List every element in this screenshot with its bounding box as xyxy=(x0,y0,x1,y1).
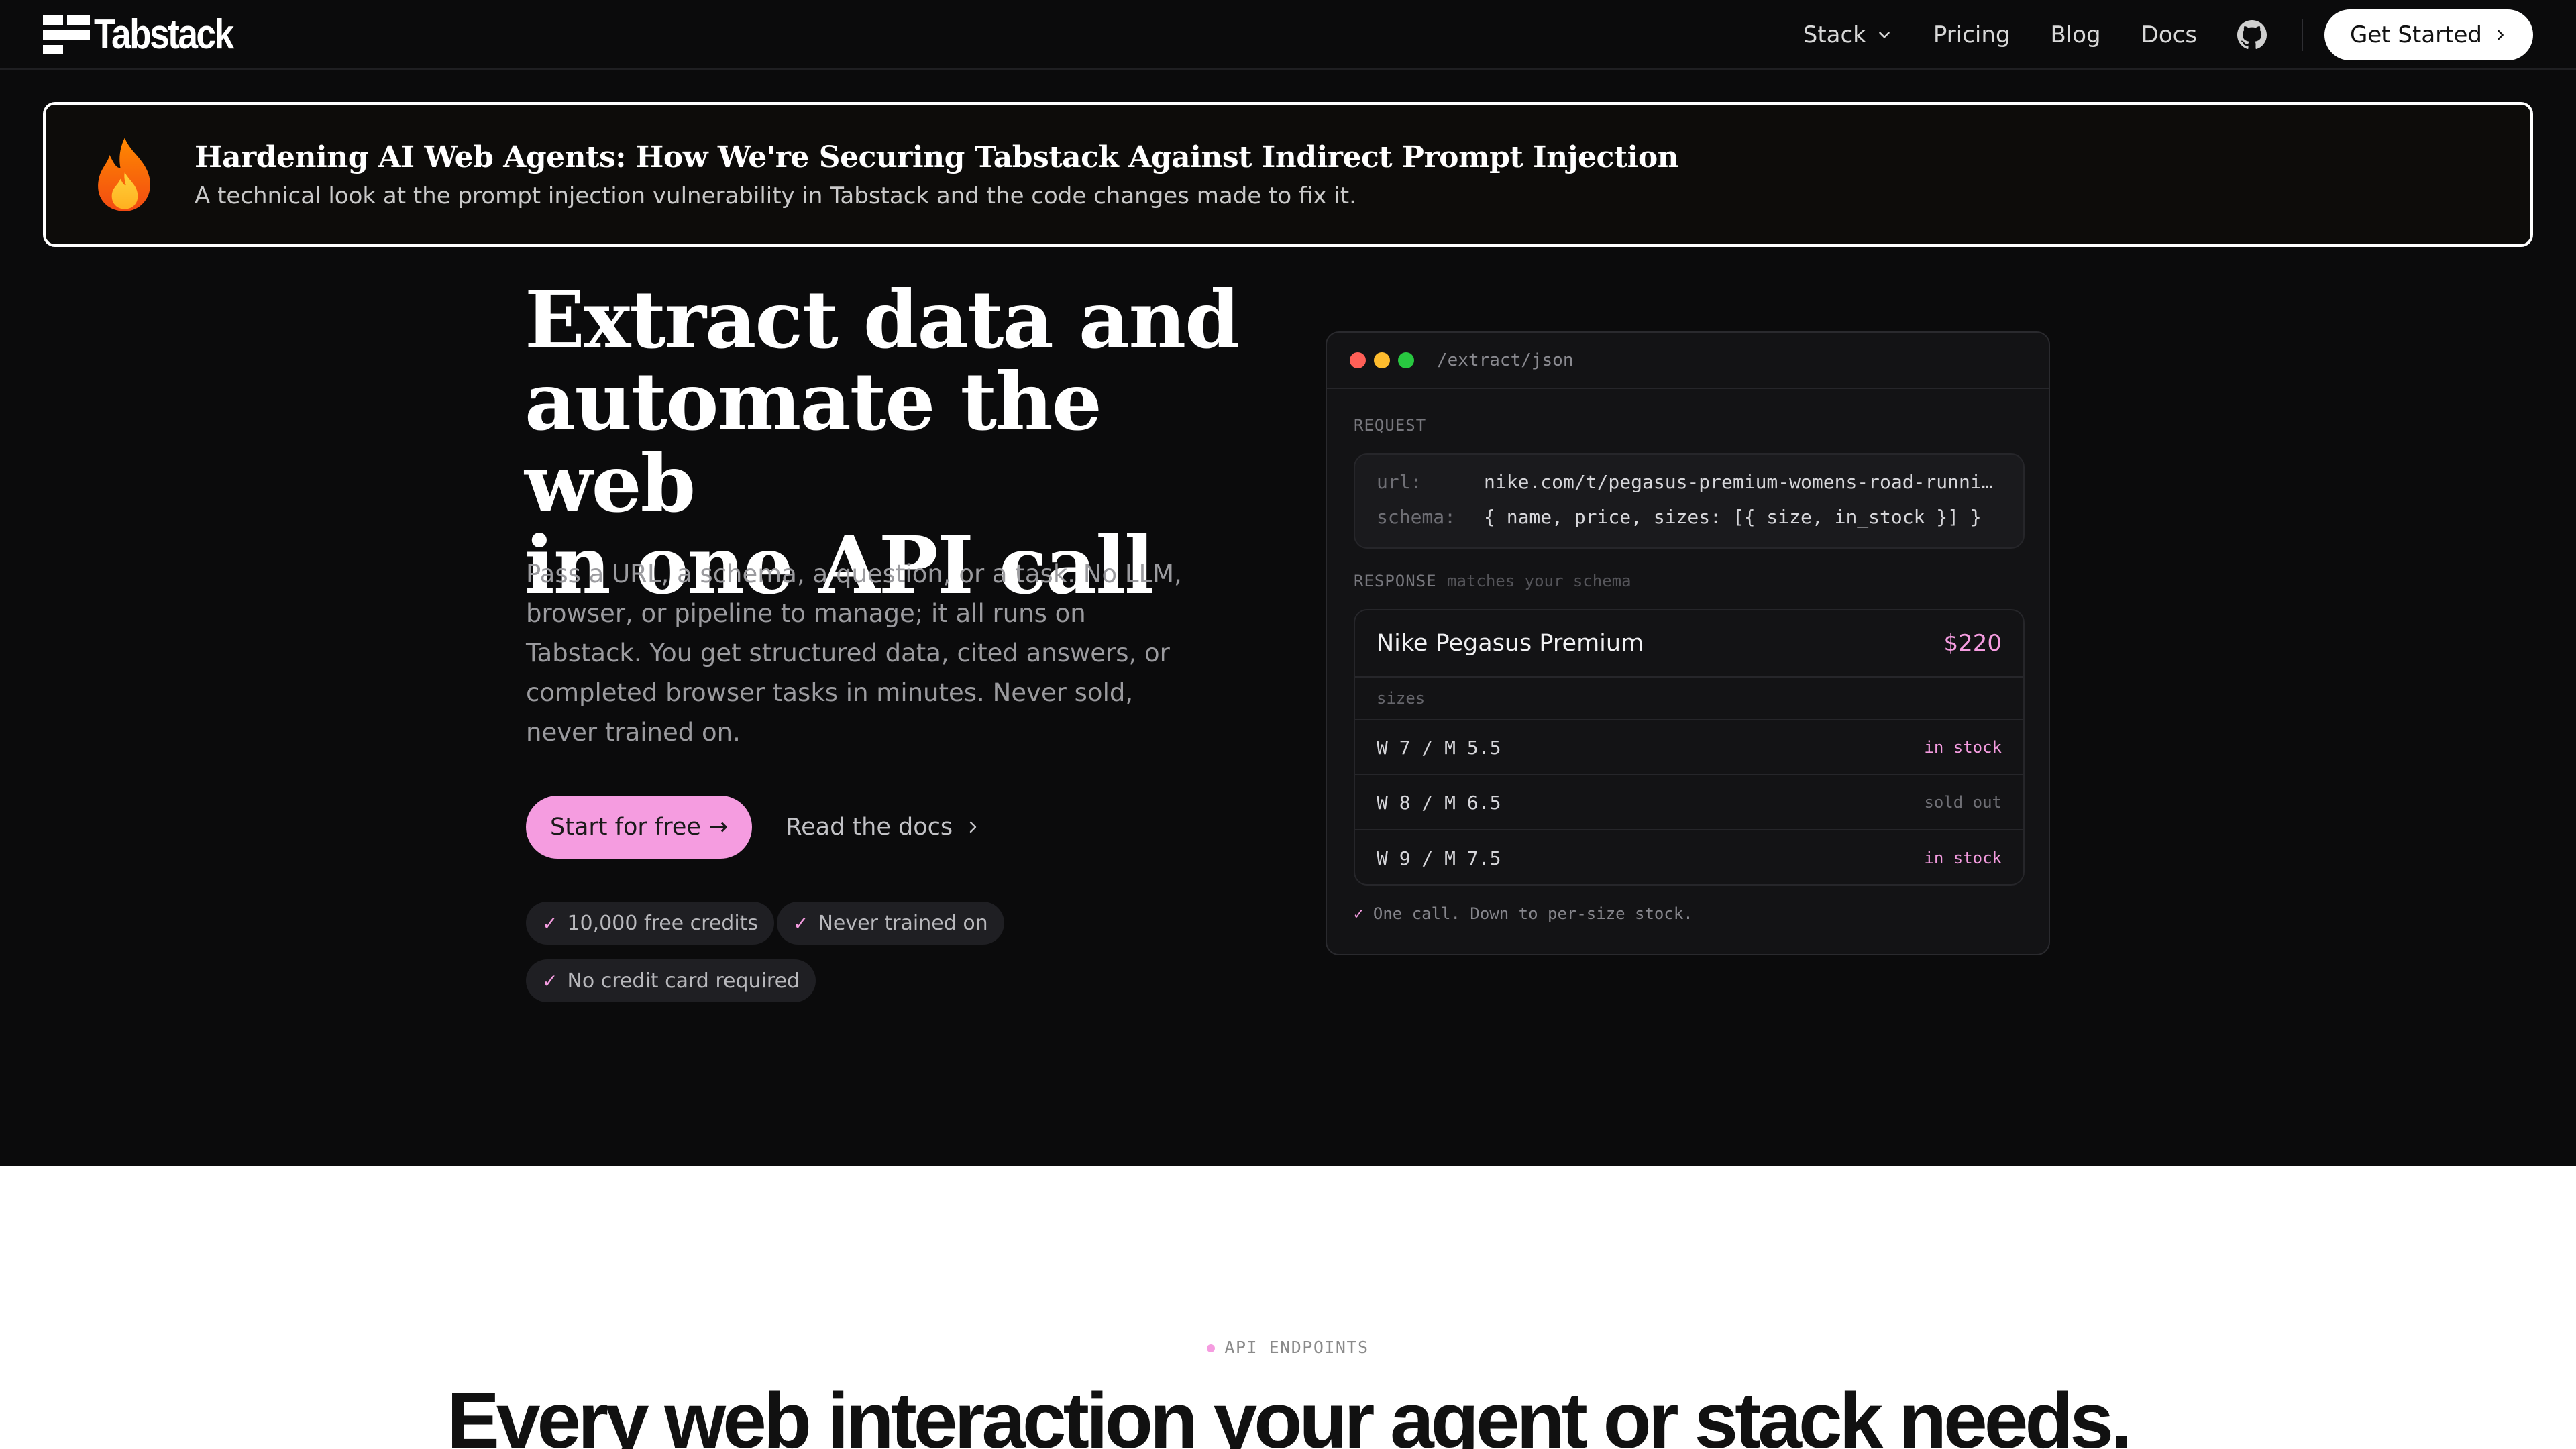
response-label-text: RESPONSE xyxy=(1354,572,1437,590)
fire-icon xyxy=(98,138,150,211)
hero-title-line-2: automate the web xyxy=(525,355,1102,530)
dot-icon xyxy=(1207,1344,1216,1352)
check-icon: ✓ xyxy=(542,969,558,992)
url-value: nike.com/t/pegasus-premium-womens-road-r… xyxy=(1484,471,1993,493)
nav-stack-label: Stack xyxy=(1803,21,1866,48)
logo[interactable]: Tabstack xyxy=(43,11,255,58)
product-price: $220 xyxy=(1943,630,2002,657)
response-label: RESPONSE matches your schema xyxy=(1354,572,1631,590)
product-name: Nike Pegasus Premium xyxy=(1377,630,1644,657)
banner-subtitle: A technical look at the prompt injection… xyxy=(195,182,1356,209)
schema-value: { name, price, sizes: [{ size, in_stock … xyxy=(1484,506,1982,528)
section-title: Every web interaction your agent or stac… xyxy=(447,1377,2133,1449)
sizes-label: sizes xyxy=(1355,678,2023,720)
request-label: REQUEST xyxy=(1354,416,1427,435)
nav-links: Stack Pricing Blog Docs Get Started xyxy=(1803,0,2533,70)
url-key: url: xyxy=(1377,471,1422,493)
chip-label: 10,000 free credits xyxy=(567,911,759,935)
hero-title-line-1: Extract data and xyxy=(525,273,1240,366)
product-header: Nike Pegasus Premium $220 xyxy=(1355,610,2023,678)
check-icon: ✓ xyxy=(793,912,809,934)
banner-text: Hardening AI Web Agents: How We're Secur… xyxy=(195,140,1679,209)
top-nav: Tabstack Stack Pricing Blog Docs Get Sta… xyxy=(0,0,2576,70)
get-started-label: Get Started xyxy=(2350,21,2482,48)
chip-label: No credit card required xyxy=(567,969,800,993)
hero-cta-row: Start for free → Read the docs xyxy=(526,796,981,859)
section-eyebrow: API ENDPOINTS xyxy=(0,1338,2576,1357)
hero-description: Pass a URL, a schema, a question, or a t… xyxy=(526,559,1182,747)
nav-docs-link[interactable]: Docs xyxy=(2141,21,2197,48)
logo-icon xyxy=(43,15,90,54)
feature-chip-credits: ✓ 10,000 free credits xyxy=(526,902,775,945)
size-name: W 8 / M 6.5 xyxy=(1377,791,1501,814)
chevron-down-icon xyxy=(1879,32,1890,38)
size-name: W 7 / M 5.5 xyxy=(1377,736,1501,759)
feature-chip-training: ✓ Never trained on xyxy=(777,902,1004,945)
section-eyebrow-text: API ENDPOINTS xyxy=(1224,1338,1369,1357)
size-row: W 9 / M 7.5 in stock xyxy=(1355,830,2023,884)
nav-stack-dropdown[interactable]: Stack xyxy=(1803,21,1893,48)
response-box: Nike Pegasus Premium $220 sizes W 7 / M … xyxy=(1354,609,2025,885)
nav-pricing-link[interactable]: Pricing xyxy=(1933,21,2010,48)
feature-chip-no-card: ✓ No credit card required xyxy=(526,959,816,1002)
read-docs-label: Read the docs xyxy=(786,814,953,841)
github-icon[interactable] xyxy=(2237,20,2267,50)
window-close-dot xyxy=(1350,352,1366,368)
request-box: url: nike.com/t/pegasus-premium-womens-r… xyxy=(1354,453,2025,549)
api-demo-card: /extract/json REQUEST url: nike.com/t/pe… xyxy=(1326,331,2050,955)
request-url-row: url: nike.com/t/pegasus-premium-womens-r… xyxy=(1377,471,1994,493)
size-name: W 9 / M 7.5 xyxy=(1377,847,1501,869)
check-icon: ✓ xyxy=(1354,904,1364,923)
nav-blog-link[interactable]: Blog xyxy=(2050,21,2100,48)
check-icon: ✓ xyxy=(542,912,558,934)
get-started-button[interactable]: Get Started xyxy=(2324,9,2533,60)
response-note: matches your schema xyxy=(1447,572,1631,590)
chip-label: Never trained on xyxy=(818,911,988,935)
window-minimize-dot xyxy=(1374,352,1390,368)
nav-divider xyxy=(2302,19,2304,51)
read-docs-link[interactable]: Read the docs xyxy=(786,814,981,841)
chevron-right-icon xyxy=(969,821,977,833)
request-schema-row: schema: { name, price, sizes: [{ size, i… xyxy=(1377,506,1994,528)
stock-status: in stock xyxy=(1924,738,2002,757)
card-footer: ✓ One call. Down to per-size stock. xyxy=(1354,904,1693,923)
banner-title: Hardening AI Web Agents: How We're Secur… xyxy=(195,140,1679,174)
size-row: W 8 / M 6.5 sold out xyxy=(1355,775,2023,830)
logo-text: Tabstack xyxy=(94,11,234,58)
stock-status: in stock xyxy=(1924,849,2002,867)
start-for-free-button[interactable]: Start for free → xyxy=(526,796,753,859)
card-footer-text: One call. Down to per-size stock. xyxy=(1373,904,1693,923)
schema-key: schema: xyxy=(1377,506,1456,528)
window-maximize-dot xyxy=(1398,352,1414,368)
size-row: W 7 / M 5.5 in stock xyxy=(1355,720,2023,775)
chevron-right-icon xyxy=(2498,30,2504,40)
size-list: W 7 / M 5.5 in stock W 8 / M 6.5 sold out W … xyxy=(1355,720,2023,884)
card-header: /extract/json xyxy=(1327,333,2049,389)
stock-status: sold out xyxy=(1924,793,2002,812)
announcement-banner[interactable]: Hardening AI Web Agents: How We're Secur… xyxy=(43,102,2533,247)
endpoint-path: /extract/json xyxy=(1437,350,1574,370)
